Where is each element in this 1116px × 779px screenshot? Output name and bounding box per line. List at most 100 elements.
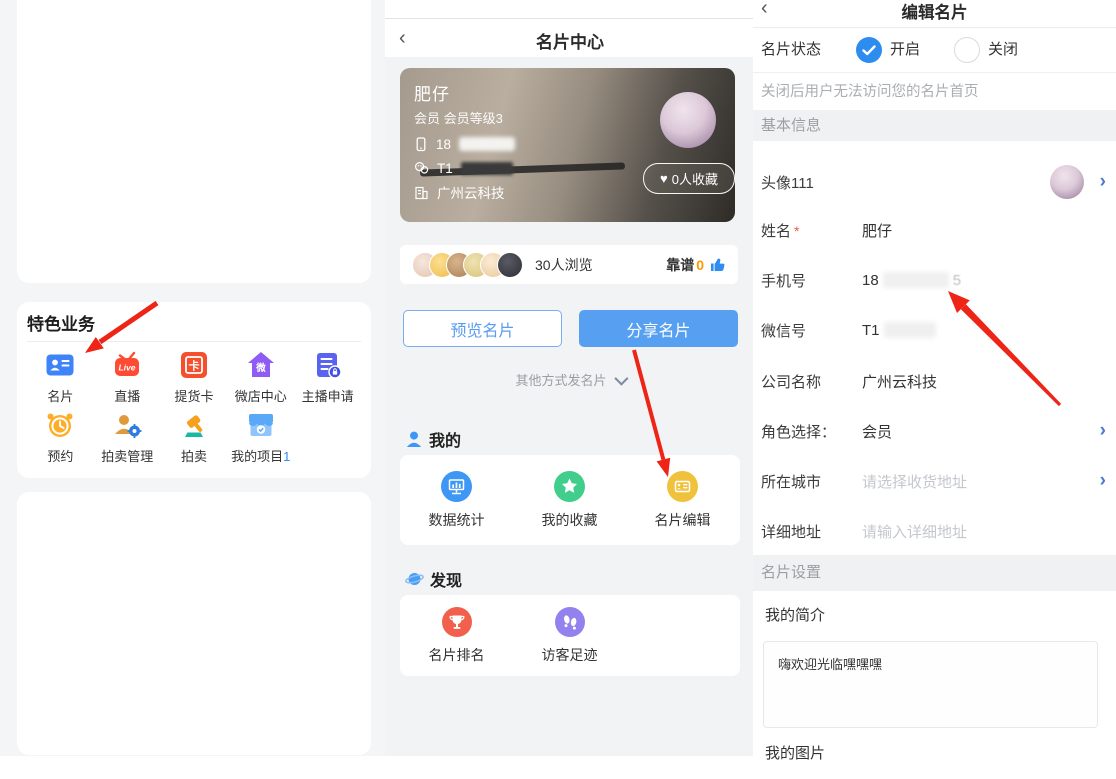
card-center-body: 肥仔 会员 会员等级3 18 T1 广州云科技 ♥ 0人收藏 — [385, 57, 755, 756]
company-icon — [414, 185, 429, 200]
svg-text:卡: 卡 — [188, 359, 199, 373]
mine-card: 数据统计 我的收藏 名片编辑 — [400, 455, 740, 545]
intro-label: 我的简介 — [765, 604, 825, 625]
role-field-row[interactable]: 角色选择： 会员 › — [761, 413, 1108, 449]
service-appointment[interactable]: 预约 — [27, 410, 94, 465]
basic-info-section-header: 基本信息 — [753, 110, 1116, 141]
profile-wechat-row: T1 — [414, 159, 513, 177]
intro-textarea[interactable]: 嗨欢迎光临嘿嘿嘿 — [763, 641, 1098, 728]
service-anchor-apply[interactable]: 主播申请 — [294, 350, 361, 405]
services-row-2: 预约 拍卖管理 拍卖 我的项目1 — [27, 410, 294, 465]
person-icon — [405, 430, 423, 448]
kaopu-rating[interactable]: 靠谱0 — [666, 255, 726, 275]
name-field-row[interactable]: 姓名* 肥仔 — [761, 212, 1108, 248]
check-icon — [862, 45, 876, 56]
service-my-project[interactable]: 我的项目1 — [227, 410, 294, 465]
chevron-right-icon: › — [1100, 470, 1106, 492]
page-title: 名片中心 — [385, 28, 755, 53]
city-field-row[interactable]: 所在城市 请选择收货地址 › — [761, 463, 1108, 499]
gavel-icon — [179, 410, 209, 440]
profile-avatar[interactable] — [660, 92, 716, 148]
wechat-field-label: 微信号 — [761, 320, 862, 341]
star-icon — [554, 471, 585, 502]
radio-off[interactable] — [954, 37, 980, 63]
micro-store-icon: 微 — [246, 350, 276, 380]
city-field-label: 所在城市 — [761, 471, 862, 492]
card-status-row: 名片状态 开启 关闭 — [753, 27, 1116, 73]
stats-chart-icon — [441, 471, 472, 502]
mine-item-favorites[interactable]: 我的收藏 — [513, 455, 626, 545]
chevron-down-icon — [614, 372, 628, 386]
alarm-clock-icon — [45, 410, 75, 440]
preview-card-button[interactable]: 预览名片 — [403, 310, 562, 347]
favorites-pill[interactable]: ♥ 0人收藏 — [643, 163, 735, 194]
wechat-field-row[interactable]: 微信号 T1 — [761, 312, 1108, 348]
kaopu-count: 0 — [696, 257, 704, 273]
other-ways-toggle[interactable]: 其他方式发名片 — [385, 370, 755, 389]
profile-phone-visible: 18 — [436, 137, 451, 152]
role-field-label: 角色选择： — [761, 421, 862, 442]
discover-section-header: 发现 — [405, 567, 462, 591]
city-field-placeholder[interactable]: 请选择收货地址 — [862, 471, 967, 492]
pickup-card-icon: 卡 — [179, 350, 209, 380]
radio-off-label[interactable]: 关闭 — [988, 27, 1018, 72]
svg-text:Live: Live — [119, 363, 136, 373]
edit-card-header: ‹ 编辑名片 — [753, 0, 1116, 28]
phone-field-row[interactable]: 手机号 185 — [761, 262, 1108, 298]
phone-field-value: 18 — [862, 272, 879, 289]
service-auction-manage[interactable]: 拍卖管理 — [94, 410, 161, 465]
profile-membership: 会员 会员等级3 — [414, 108, 503, 127]
svg-text:微: 微 — [255, 362, 266, 374]
avatar-thumbnail[interactable] — [1050, 165, 1084, 199]
role-field-value[interactable]: 会员 — [862, 421, 892, 442]
service-auction[interactable]: 拍卖 — [161, 410, 228, 465]
profile-card[interactable]: 肥仔 会员 会员等级3 18 T1 广州云科技 ♥ 0人收藏 — [400, 68, 735, 222]
service-micro-store[interactable]: 微 微店中心 — [227, 350, 294, 405]
profile-name: 肥仔 — [414, 80, 450, 105]
name-field-label: 姓名 — [761, 223, 791, 240]
company-field-value[interactable]: 广州云科技 — [862, 371, 937, 392]
share-card-button[interactable]: 分享名片 — [579, 310, 738, 347]
chevron-right-icon: › — [1100, 171, 1106, 193]
wechat-field-value: T1 — [862, 322, 880, 339]
address-field-placeholder[interactable]: 请输入详细地址 — [862, 521, 967, 542]
featured-services-title: 特色业务 — [27, 310, 95, 335]
storefront-icon — [246, 410, 276, 440]
business-card-icon — [45, 350, 75, 380]
left-bottom-card — [17, 492, 371, 755]
mine-item-card-edit[interactable]: 名片编辑 — [626, 455, 739, 545]
left-panel: 特色业务 名片 Live 直播 卡 提货卡 — [0, 0, 385, 756]
phone-field-label: 手机号 — [761, 270, 862, 291]
card-center-header: ‹ 名片中心 — [385, 18, 755, 58]
viewers-count: 30人浏览 — [535, 255, 593, 275]
divider — [27, 341, 361, 342]
card-center-panel: ‹ 名片中心 肥仔 会员 会员等级3 18 T1 广州云科技 ♥ — [385, 0, 755, 756]
avatar-field-row[interactable]: 头像111 › — [761, 164, 1108, 200]
phone-redaction-blur — [883, 272, 949, 288]
viewers-card[interactable]: 30人浏览 靠谱0 — [400, 245, 738, 284]
name-field-value[interactable]: 肥仔 — [862, 220, 892, 241]
service-pickup-card[interactable]: 卡 提货卡 — [161, 350, 228, 405]
edit-card-panel: ‹ 编辑名片 名片状态 开启 关闭 关闭后用户无法访问您的名片首页 基本信息 头… — [753, 0, 1116, 779]
discover-item-ranking[interactable]: 名片排名 — [400, 595, 513, 676]
screenshot-root: { "palette": { "accent_blue": "#2d8cf0",… — [0, 0, 1116, 779]
radio-on[interactable] — [856, 37, 882, 63]
discover-item-footprints[interactable]: 访客足迹 — [513, 595, 626, 676]
mine-section-header: 我的 — [405, 427, 461, 451]
service-business-card[interactable]: 名片 — [27, 350, 94, 405]
radio-on-label[interactable]: 开启 — [890, 27, 920, 72]
profile-company-row: 广州云科技 — [414, 183, 505, 201]
company-field-row[interactable]: 公司名称 广州云科技 — [761, 363, 1108, 399]
profile-wechat-visible: T1 — [437, 161, 453, 176]
wechat-redaction-blur — [461, 162, 513, 175]
mine-item-stats[interactable]: 数据统计 — [400, 455, 513, 545]
card-settings-section-header: 名片设置 — [753, 555, 1116, 591]
required-asterisk: * — [794, 223, 799, 239]
wechat-redaction-blur — [884, 322, 936, 338]
service-live[interactable]: Live 直播 — [94, 350, 161, 405]
card-edit-icon — [667, 471, 698, 502]
address-field-row[interactable]: 详细地址 请输入详细地址 — [761, 513, 1108, 549]
phone-icon — [414, 137, 428, 152]
trophy-icon — [442, 607, 472, 637]
discover-card: 名片排名 访客足迹 — [400, 595, 740, 676]
